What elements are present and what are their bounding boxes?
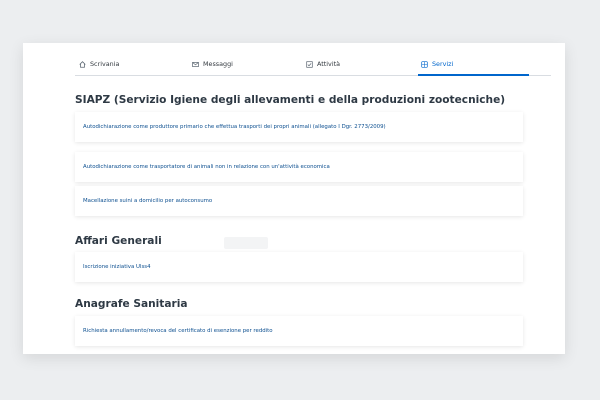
service-card[interactable]: Autodichiarazione come produttore primar… <box>75 112 523 142</box>
service-link[interactable]: Autodichiarazione come produttore primar… <box>83 124 386 130</box>
grid-icon <box>421 60 428 68</box>
service-link[interactable]: Autodichiarazione come trasportatore di … <box>83 164 330 170</box>
service-card[interactable]: Autodichiarazione come trasportatore di … <box>75 152 523 182</box>
section-title-anagrafe-sanitaria: Anagrafe Sanitaria <box>75 298 188 310</box>
tab-scrivania-label: Scrivania <box>90 60 120 68</box>
tab-bar: Scrivania Messaggi Attività Servizi <box>75 53 551 76</box>
tab-servizi[interactable]: Servizi <box>418 53 529 76</box>
tab-messaggi-label: Messaggi <box>203 60 233 68</box>
home-icon <box>79 60 86 68</box>
service-card[interactable]: Iscrizione iniziativa Ulss4 <box>75 252 523 282</box>
services-panel: Scrivania Messaggi Attività Servizi SIAP… <box>23 43 565 354</box>
service-card[interactable]: Richiesta annullamento/revoca del certif… <box>75 316 523 346</box>
service-link[interactable]: Macellazione suini a domicilio per autoc… <box>83 198 212 204</box>
tab-servizi-label: Servizi <box>432 60 454 68</box>
tab-scrivania[interactable]: Scrivania <box>79 53 179 75</box>
section-title-siapz: SIAPZ (Servizio Igiene degli allevamenti… <box>75 94 506 106</box>
envelope-icon <box>192 61 199 68</box>
tab-attivita[interactable]: Attività <box>306 53 406 75</box>
checklist-icon <box>306 60 313 68</box>
service-link[interactable]: Richiesta annullamento/revoca del certif… <box>83 328 273 334</box>
tab-attivita-label: Attività <box>317 60 341 68</box>
service-card[interactable]: Macellazione suini a domicilio per autoc… <box>75 186 523 216</box>
section-title-affari-generali: Affari Generali <box>75 235 162 247</box>
placeholder-block <box>224 237 268 249</box>
service-link[interactable]: Iscrizione iniziativa Ulss4 <box>83 264 151 270</box>
tab-messaggi[interactable]: Messaggi <box>192 53 292 75</box>
